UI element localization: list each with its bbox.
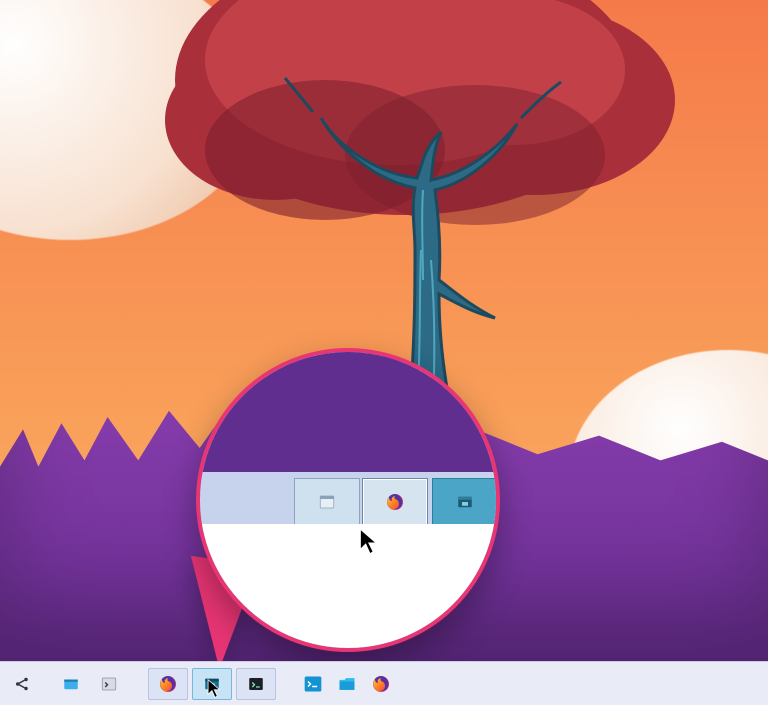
taskbar: [0, 661, 768, 705]
task-terminal[interactable]: [236, 668, 276, 700]
firefox-icon: [158, 674, 178, 694]
quicklaunch-file-manager[interactable]: [54, 668, 88, 700]
magnified-task-filemanager: [432, 478, 498, 526]
terminal-icon: [100, 675, 118, 693]
files-icon: [337, 674, 357, 694]
pinned-firefox[interactable]: [366, 668, 396, 700]
terminal-dark-icon: [247, 675, 265, 693]
pinned-files[interactable]: [332, 668, 362, 700]
cursor-icon: [359, 528, 381, 556]
task-firefox[interactable]: [148, 668, 188, 700]
app-launcher-button[interactable]: [6, 668, 40, 700]
magnified-task-blank: [294, 478, 360, 526]
magnifier-callout: [196, 348, 500, 652]
file-manager-icon: [62, 675, 80, 693]
quicklaunch-terminal[interactable]: [92, 668, 126, 700]
firefox-icon: [371, 674, 391, 694]
tree-decoration: [115, 0, 755, 410]
file-manager-icon: [456, 493, 474, 511]
cursor-icon: [207, 679, 223, 699]
konsole-icon: [303, 674, 323, 694]
app-launcher-icon: [14, 675, 32, 693]
window-icon: [318, 493, 336, 511]
firefox-icon: [385, 492, 405, 512]
pinned-konsole[interactable]: [298, 668, 328, 700]
magnified-task-firefox: [362, 478, 428, 526]
